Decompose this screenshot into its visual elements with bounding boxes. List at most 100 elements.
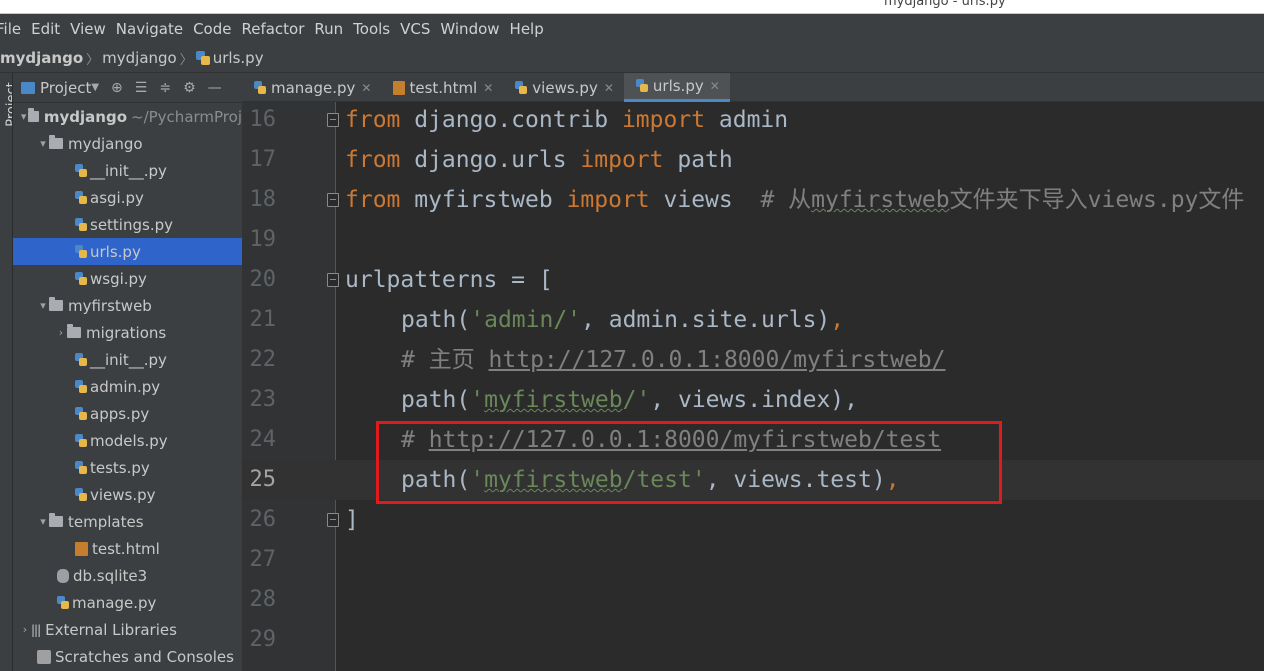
tab-manage-py[interactable]: manage.py ✕ xyxy=(242,73,381,102)
menu-window[interactable]: Window xyxy=(440,20,499,38)
library-icon: ||| xyxy=(31,622,41,637)
chevron-right-icon[interactable]: › xyxy=(55,326,67,339)
tree-file[interactable]: test.html xyxy=(13,535,242,562)
menu-edit[interactable]: Edit xyxy=(31,20,60,38)
menu-help[interactable]: Help xyxy=(510,20,544,38)
chevron-right-icon: 〉 xyxy=(86,52,100,68)
fold-icon[interactable] xyxy=(327,113,339,127)
tree-file[interactable]: models.py xyxy=(13,427,242,454)
minimize-icon[interactable]: — xyxy=(208,80,222,96)
python-file-icon xyxy=(254,80,267,95)
expand-all-icon[interactable]: ☰ xyxy=(135,80,148,96)
breadcrumb: mydjango 〉 mydjango 〉 urls.py xyxy=(0,44,1264,73)
chevron-right-icon[interactable]: › xyxy=(19,623,31,636)
menu-view[interactable]: View xyxy=(70,20,106,38)
close-icon[interactable]: ✕ xyxy=(604,81,614,95)
code-editor[interactable]: 16 from django.contrib import admin 17 f… xyxy=(242,102,1264,671)
tab-views-py[interactable]: views.py ✕ xyxy=(503,73,624,102)
tree-file[interactable]: settings.py xyxy=(13,211,242,238)
breadcrumb-project[interactable]: mydjango xyxy=(0,49,83,67)
database-file-icon xyxy=(57,568,69,583)
folder-icon xyxy=(67,324,81,338)
python-file-icon xyxy=(57,595,69,610)
tree-file[interactable]: views.py xyxy=(13,481,242,508)
project-tool-button[interactable]: Project xyxy=(5,82,12,126)
fold-icon[interactable] xyxy=(327,193,339,207)
breadcrumb-file[interactable]: urls.py xyxy=(213,49,264,67)
code-line[interactable]: 21 path('admin/', admin.site.urls), xyxy=(242,300,1264,340)
scratches-icon xyxy=(37,649,51,664)
tree-file[interactable]: admin.py xyxy=(13,373,242,400)
fold-icon[interactable] xyxy=(327,273,339,287)
menu-vcs[interactable]: VCS xyxy=(400,20,430,38)
tree-folder-myfirstweb[interactable]: ▾ myfirstweb xyxy=(13,292,242,319)
chevron-down-icon[interactable]: ▾ xyxy=(37,515,49,528)
menu-run[interactable]: Run xyxy=(314,20,343,38)
tree-file[interactable]: manage.py xyxy=(13,589,242,616)
tab-test-html[interactable]: test.html ✕ xyxy=(381,73,503,102)
folder-icon xyxy=(49,297,63,311)
url-link[interactable]: http://127.0.0.1:8000/myfirstweb/ xyxy=(489,347,946,373)
tree-file[interactable]: asgi.py xyxy=(13,184,242,211)
editor-tabs: manage.py ✕ test.html ✕ views.py ✕ urls.… xyxy=(242,73,1264,102)
tree-file[interactable]: wsgi.py xyxy=(13,265,242,292)
project-panel-toolbar: Project ▼ ⊕ ☰ ≑ ⚙ — xyxy=(13,73,242,103)
chevron-down-icon[interactable]: ▾ xyxy=(19,110,28,123)
menu-bar: File Edit View Navigate Code Refactor Ru… xyxy=(0,14,1264,44)
project-view-icon xyxy=(21,81,35,94)
tree-file[interactable]: __init__.py xyxy=(13,346,242,373)
tree-scratches[interactable]: Scratches and Consoles xyxy=(13,643,242,670)
code-line[interactable]: 27 xyxy=(242,540,1264,580)
folder-icon xyxy=(49,135,63,149)
tab-urls-py[interactable]: urls.py ✕ xyxy=(623,73,730,102)
code-line[interactable]: 28 xyxy=(242,580,1264,620)
folder-icon xyxy=(49,513,63,527)
code-line[interactable]: 29 xyxy=(242,620,1264,660)
collapse-all-icon[interactable]: ≑ xyxy=(159,80,171,96)
python-file-icon xyxy=(75,244,87,259)
menu-file[interactable]: File xyxy=(0,20,21,38)
chevron-down-icon[interactable]: ▾ xyxy=(37,137,49,150)
python-file-icon xyxy=(75,271,87,286)
python-file-icon xyxy=(75,163,87,178)
python-file-icon xyxy=(515,80,528,95)
dropdown-arrow-icon[interactable]: ▼ xyxy=(91,82,99,93)
gear-icon[interactable]: ⚙ xyxy=(183,80,196,96)
chevron-down-icon[interactable]: ▾ xyxy=(37,299,49,312)
target-icon[interactable]: ⊕ xyxy=(111,80,123,96)
tree-file[interactable]: apps.py xyxy=(13,400,242,427)
tree-folder-templates[interactable]: ▾ templates xyxy=(13,508,242,535)
python-file-icon xyxy=(75,487,87,502)
project-panel: Project ▼ ⊕ ☰ ≑ ⚙ — ▾ mydjango ~/Pycharm… xyxy=(13,73,242,671)
code-line[interactable]: 17 from django.urls import path xyxy=(242,140,1264,180)
python-file-icon xyxy=(75,406,87,421)
python-file-icon xyxy=(195,51,210,65)
tree-file[interactable]: tests.py xyxy=(13,454,242,481)
tree-file[interactable]: __init__.py xyxy=(13,157,242,184)
code-line[interactable]: 19 xyxy=(242,220,1264,260)
tree-folder-migrations[interactable]: › migrations xyxy=(13,319,242,346)
tree-external-libraries[interactable]: › ||| External Libraries xyxy=(13,616,242,643)
menu-navigate[interactable]: Navigate xyxy=(116,20,183,38)
tree-root[interactable]: ▾ mydjango ~/PycharmProj xyxy=(13,103,242,130)
code-line[interactable]: 26 ] xyxy=(242,500,1264,540)
fold-icon[interactable] xyxy=(327,513,339,527)
code-line[interactable]: 18 from myfirstweb import views # 从myfir… xyxy=(242,180,1264,220)
project-view-selector[interactable]: Project xyxy=(40,79,91,97)
menu-refactor[interactable]: Refactor xyxy=(241,20,304,38)
html-file-icon xyxy=(75,541,88,556)
close-icon[interactable]: ✕ xyxy=(483,81,493,95)
tree-folder-mydjango[interactable]: ▾ mydjango xyxy=(13,130,242,157)
code-line[interactable]: 20 urlpatterns = [ xyxy=(242,260,1264,300)
tree-file[interactable]: db.sqlite3 xyxy=(13,562,242,589)
menu-tools[interactable]: Tools xyxy=(353,20,390,38)
code-line[interactable]: 22 # 主页 http://127.0.0.1:8000/myfirstweb… xyxy=(242,340,1264,380)
window-title: mydjango - urls.py xyxy=(884,0,1006,9)
code-line[interactable]: 16 from django.contrib import admin xyxy=(242,102,1264,140)
tree-file-selected[interactable]: urls.py xyxy=(13,238,242,265)
code-line[interactable]: 23 path('myfirstweb/', views.index), xyxy=(242,380,1264,420)
breadcrumb-folder[interactable]: mydjango xyxy=(102,49,177,67)
close-icon[interactable]: ✕ xyxy=(361,81,371,95)
close-icon[interactable]: ✕ xyxy=(710,79,720,93)
menu-code[interactable]: Code xyxy=(193,20,231,38)
